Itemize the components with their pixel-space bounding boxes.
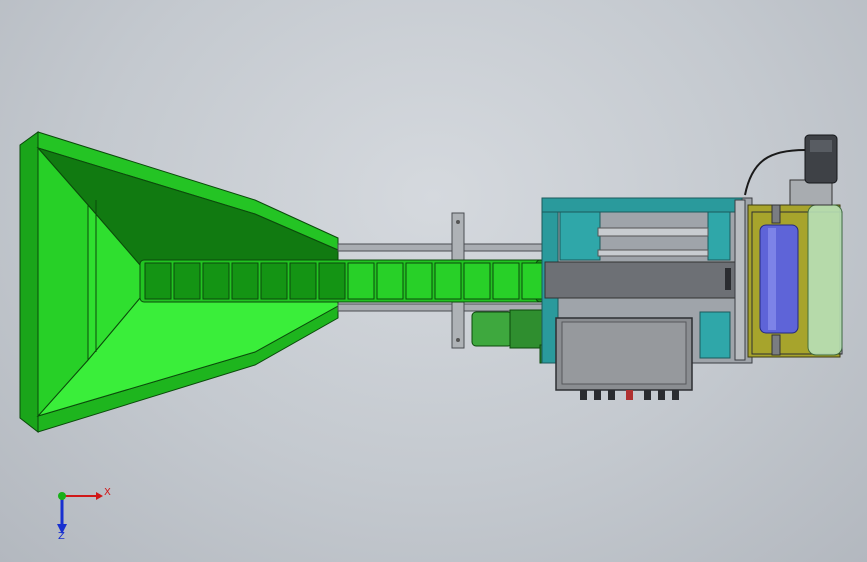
- frame-teal-inner: [559, 211, 601, 261]
- conveyor-flight: [260, 262, 288, 300]
- x-axis-head: [96, 492, 103, 500]
- conveyor-flight: [289, 262, 317, 300]
- conveyor-flight: [318, 262, 346, 300]
- top-motor-cap: [810, 140, 832, 152]
- roller-highlight: [768, 228, 776, 330]
- cable-glands: [580, 390, 679, 400]
- drive-roller: [807, 204, 843, 356]
- upper-rail: [337, 243, 549, 252]
- chute-slot: [725, 268, 731, 290]
- motor-mount-bracket: [789, 179, 833, 206]
- conveyor-flight: [347, 262, 375, 300]
- conveyor-flight: [376, 262, 404, 300]
- control-cabinet[interactable]: [555, 317, 693, 400]
- side-post: [734, 199, 746, 361]
- cable-gland: [580, 390, 587, 400]
- bracket-bolt-bottom: [456, 338, 460, 342]
- cable-gland: [672, 390, 679, 400]
- y-axis-dot: [58, 492, 66, 500]
- roller-shaft-right: [771, 334, 781, 356]
- conveyor-belt[interactable]: [139, 259, 549, 303]
- x-axis-label: X: [104, 487, 111, 498]
- conveyor-flight: [492, 262, 520, 300]
- conveyor-flight: [463, 262, 491, 300]
- roller-shaft-left: [771, 204, 781, 224]
- conveyor-flight: [231, 262, 259, 300]
- cable-gland: [626, 390, 633, 400]
- frame-teal-right: [707, 211, 731, 261]
- frame-teal-lower-right: [699, 311, 731, 359]
- roller-assembly[interactable]: [747, 204, 843, 358]
- 3d-viewport[interactable]: X Z: [0, 0, 867, 562]
- conveyor-flight: [202, 262, 230, 300]
- frame-teal-top: [541, 197, 743, 213]
- conveyor-flight: [173, 262, 201, 300]
- cable-gland: [644, 390, 651, 400]
- blue-roller: [759, 224, 799, 334]
- conveyor-flight: [144, 262, 172, 300]
- cabinet-door: [561, 321, 687, 385]
- motor-housing: [471, 311, 513, 347]
- guide-rod-lower: [597, 249, 709, 257]
- chute-plate: [544, 261, 746, 299]
- z-axis-label: Z: [58, 531, 65, 542]
- conveyor-flight: [405, 262, 433, 300]
- conveyor-flight: [434, 262, 462, 300]
- guide-rod-upper: [597, 227, 709, 237]
- top-motor[interactable]: [744, 134, 838, 206]
- bracket-bolt-top: [456, 220, 460, 224]
- assembly-model[interactable]: [0, 0, 867, 562]
- cable-gland: [608, 390, 615, 400]
- hopper-outer-left-wall: [19, 131, 39, 434]
- cable-gland: [594, 390, 601, 400]
- cable-gland: [658, 390, 665, 400]
